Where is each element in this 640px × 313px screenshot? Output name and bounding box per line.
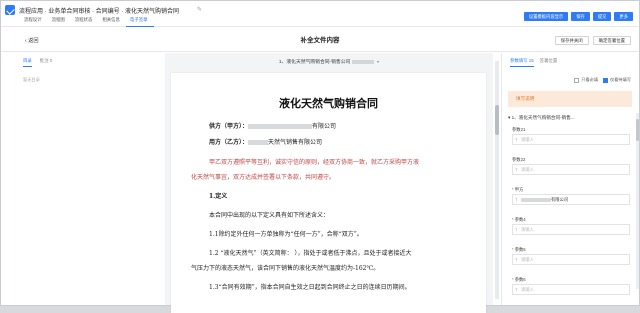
save-button[interactable]: 保存 [571,12,590,21]
buyer-suffix: 天然气销售有限公司 [268,139,323,146]
required-mark: * [512,277,514,282]
only-required-checkbox[interactable]: 只看必填 [574,77,598,83]
param-label: *参数4 [512,217,526,222]
contract-title: 液化天然气购销合同 [279,97,378,110]
submit-button[interactable]: 提交 [592,12,612,21]
fill-instructions-label: 填写说明 [516,96,535,101]
param-input[interactable]: T 请输入 [512,224,630,235]
definition-1-1: 1.1除约定外任何一方单独称为“任何一方”，合称“双方”。 [209,231,363,238]
confirm-sign-position-button[interactable]: 确定签署位置 [592,36,631,45]
param-input[interactable]: T 请输入 [512,254,630,265]
template-display-button[interactable]: 设置模板内容显示 [523,12,569,21]
tab-param-fill[interactable]: 参数填写 15 [510,58,534,67]
param-section-header[interactable]: ▾ 1、液化天然气购销合同-销售... [508,115,632,121]
right-panel: 参数填写 15 签署位置 只看必填 仅看待填写 填写说明 ▾ 1、液化天然气购销… [501,53,639,305]
required-mark: * [512,247,514,252]
field-type-icon: T [515,167,518,172]
param-input[interactable]: T 请输入 [512,134,630,145]
param-label: *参数5 [512,247,526,252]
save-and-close-button[interactable]: 保存并关闭 [554,36,589,45]
app-logo-icon [5,5,15,15]
app-window: 流程应用 · 业务单合同审核 · 合同编号 · 液化天然气购销合同 ✎ 流程设计… [0,0,640,313]
checkbox-checked-icon [603,77,609,83]
section-1-heading: 1.定义 [209,193,228,200]
right-tabs: 参数填写 15 签署位置 [510,58,557,67]
page-title: 补全文件内容 [300,37,340,44]
app-title: 流程应用 · 业务单合同审核 · 合同编号 · 液化天然气购销合同 [19,9,179,15]
preamble-line-1: 甲乙双方遵照平等互利，诚实守信的原则，经双方协商一致，就乙方采购甲方液 [209,159,420,166]
param-input[interactable]: T 有限公司 [512,194,630,205]
only-pending-checkbox[interactable]: 仅看待填写 [603,77,631,83]
buyer-label: 用方（乙方）： [209,139,249,146]
fill-instructions[interactable]: 填写说明 [508,91,632,107]
tab-sign-position[interactable]: 签署位置 [540,58,558,67]
field-type-icon: T [515,227,518,232]
tab-process-status[interactable]: 流程状态 [71,17,99,27]
redacted-seller-name[interactable] [248,124,313,129]
seller-suffix: 有限公司 [312,123,337,130]
param-input[interactable]: T 请输入 [512,164,630,175]
only-required-label: 只看必填 [581,77,599,82]
param-section-title: 1、液化天然气购销合同-销售... [511,115,575,120]
tab-comments[interactable]: 批注 0 [40,58,52,67]
tab-e-signature[interactable]: 电子签章 [125,17,154,27]
preamble-line-2: 化天然气事宜，双方达成并签署以下条款，共同遵守。 [191,174,336,181]
field-type-icon: T [515,257,518,262]
edit-icon[interactable]: ✎ [197,6,202,13]
document-scrollbar[interactable] [495,61,499,299]
required-mark: * [512,187,514,192]
seller-line: 供方（甲方）： 有限公司 [209,121,336,130]
redacted-text [351,59,374,64]
filter-checks: 只看必填 仅看待填写 [574,77,631,83]
more-button[interactable]: 更多 [614,12,633,21]
param-label: *参数6 [512,277,526,282]
left-tabs: 目录 批注 0 [23,58,52,67]
document-file-name: 1、液化天然气购销合同-销售公司 [278,60,351,65]
param-input[interactable]: T 请输入 [512,284,630,295]
tab-toc[interactable]: 目录 [23,58,32,67]
field-type-icon: T [515,287,518,292]
chevron-down-icon: ▾ [377,59,380,64]
document-viewer: 1、液化天然气购销合同-销售公司 ▾ 液化天然气购销合同 供方（甲方）： 有限公司… [165,53,493,313]
section-1-intro: 本合同中出现的以下定义具有如下所述含义： [209,212,330,219]
definition-1-3: 1.3“合同有效期”，指本合同自生效之日起到合同终止之日的连续日历期间。 [209,284,411,291]
left-panel: 目录 批注 0 暂无目录 [19,53,165,305]
tab-flowchart[interactable]: 流程图 [48,17,71,27]
sub-actions: 保存并关闭 确定签署位置 [554,36,631,45]
checkbox-unchecked-icon [574,77,580,83]
field-type-icon: T [515,137,518,142]
document-selector[interactable]: 1、液化天然气购销合同-销售公司 ▾ [165,58,493,65]
buyer-line: 用方（乙方）： 天然气销售有限公司 [209,137,322,146]
top-tabs: 流程设计 流程图 流程状态 相关信息 电子签章 [20,17,154,27]
document-page: 液化天然气购销合同 供方（甲方）： 有限公司 用方（乙方）： 天然气销售有限公司 甲… [171,73,486,313]
redacted-buyer-name[interactable] [248,140,269,145]
tab-related-info[interactable]: 相关信息 [98,17,126,27]
param-label: *甲方 [512,187,524,192]
redacted-value [521,197,551,202]
sub-header: ‹ 返回 补全文件内容 保存并关闭 确定签署位置 [1,28,639,52]
required-mark: * [512,217,514,222]
top-header: 流程应用 · 业务单合同审核 · 合同编号 · 液化天然气购销合同 ✎ 流程设计… [1,1,639,27]
definition-1-2-line-1: 1.2 “液化天然气”（英文简称： ），指处于或者低于沸点，且处于或者接近大 [209,250,412,257]
header-actions: 设置模板内容显示 保存 提交 更多 [523,12,633,21]
params-scrollbar-thumb[interactable] [636,119,639,141]
seller-label: 供方（甲方）： [209,123,249,130]
document-scrollbar-thumb[interactable] [495,105,499,135]
toc-empty-text: 暂无目录 [23,77,40,82]
param-label: 参数21 [512,127,526,132]
tab-process-design[interactable]: 流程设计 [20,17,48,27]
field-type-icon: T [515,197,518,202]
params-scrollbar[interactable] [636,113,639,289]
only-pending-label: 仅看待填写 [610,77,631,82]
param-label: 参数22 [512,157,526,162]
definition-1-2-line-2: 气压力下的液态天然气，该合同下销售的液化天然气温度约为-162℃。 [191,265,380,272]
